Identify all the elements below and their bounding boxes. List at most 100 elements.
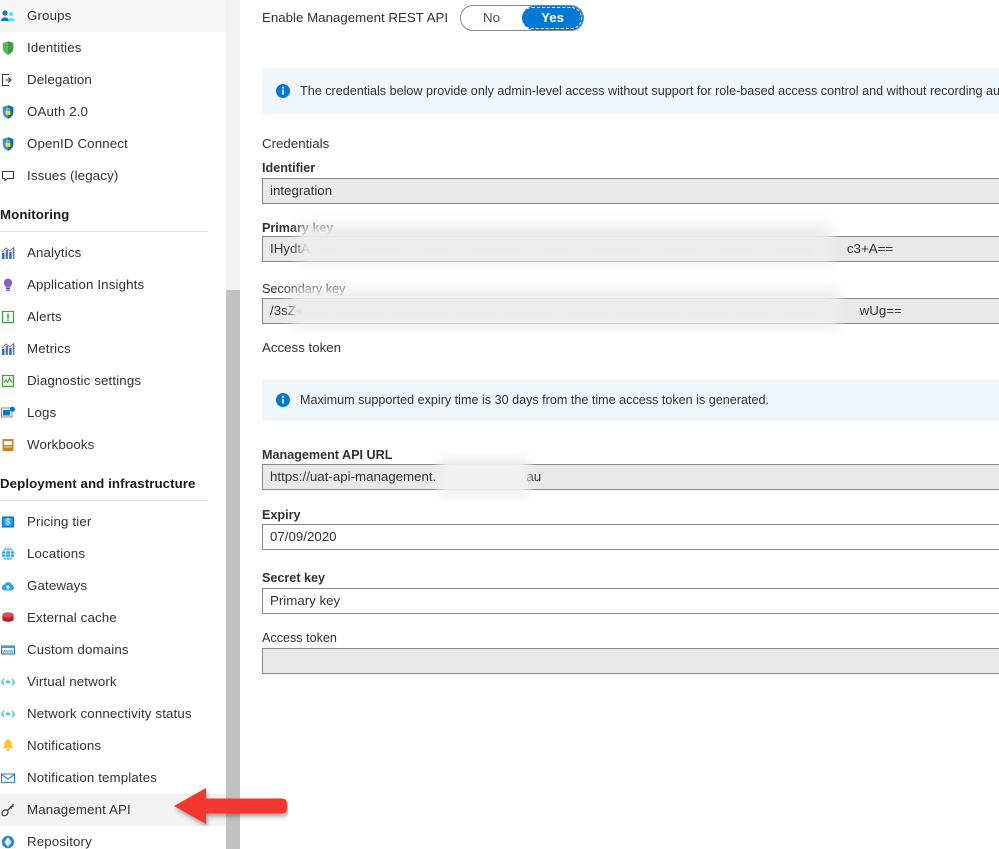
alert-bell-icon [0,309,16,325]
sidebar-item-workbooks[interactable]: Workbooks [0,429,226,461]
svg-text:$: $ [6,518,11,527]
groups-icon [0,8,16,24]
sidebar-item-metrics[interactable]: Metrics [0,333,226,365]
sidebar-item-label: Analytics [27,237,81,269]
sidebar-item-label: Groups [27,0,71,32]
management-api-url-label: Management API URL [262,447,392,463]
expiry-field[interactable]: 07/09/2020 [262,524,999,550]
sidebar-item-label: Application Insights [27,269,144,301]
info-icon [275,392,291,408]
secondary-key-field[interactable]: /3sZ+wUg== [262,298,999,324]
sidebar-item-label: Network connectivity status [27,698,192,730]
external-cache-icon [0,610,16,626]
sidebar-item-network-connectivity-status[interactable]: Network connectivity status [0,698,226,730]
sidebar-item-logs[interactable]: Logs [0,397,226,429]
sidebar-scrollbar-thumb[interactable] [226,290,240,849]
sidebar-item-label: Metrics [27,333,71,365]
toggle-option-yes[interactable]: Yes [522,6,583,30]
credentials-info-banner: The credentials below provide only admin… [262,68,999,114]
sidebar-item-label: Locations [27,538,85,570]
expiry-info-banner: Maximum supported expiry time is 30 days… [262,379,999,421]
primary-key-prefix: IHydtA [270,241,310,256]
section-divider [0,231,208,232]
sidebar-item-label: OAuth 2.0 [27,96,88,128]
sidebar-item-label: Management API [27,794,131,826]
secondary-key-label: Secondary key [262,281,345,297]
sidebar-item-repository[interactable]: Repository [0,826,226,849]
sidebar-nav: Groups Identities Delegation OAuth 2.0 [0,0,226,849]
secret-key-select[interactable]: Primary key [262,588,999,614]
sidebar-item-virtual-network[interactable]: Virtual network [0,666,226,698]
access-token-heading: Access token [262,339,341,357]
enable-management-rest-api-label: Enable Management REST API [262,8,448,28]
management-api-content: Enable Management REST API No Yes The cr… [241,0,999,849]
bar-chart-icon [0,245,16,261]
expiry-label: Expiry [262,507,301,523]
sidebar-item-application-insights[interactable]: Application Insights [0,269,226,301]
sidebar-item-gateways[interactable]: Gateways [0,570,226,602]
access-token-field[interactable] [262,648,999,674]
sidebar-item-locations[interactable]: Locations [0,538,226,570]
sidebar-item-label: External cache [27,602,117,634]
repository-icon [0,834,16,849]
custom-domain-icon: www [0,642,16,658]
credentials-heading: Credentials [262,135,329,153]
sidebar-item-label: Identities [27,32,82,64]
sidebar-item-analytics[interactable]: Analytics [0,237,226,269]
sidebar-item-issues-legacy[interactable]: Issues (legacy) [0,160,226,192]
primary-key-suffix: c3+A== [847,241,893,256]
sidebar-item-external-cache[interactable]: External cache [0,602,226,634]
sidebar-item-label: Workbooks [27,429,94,461]
sidebar-item-label: Issues (legacy) [27,160,118,192]
svg-text:www: www [3,649,14,655]
sidebar: Groups Identities Delegation OAuth 2.0 [0,0,226,849]
sidebar-item-management-api[interactable]: Management API [0,794,226,826]
sidebar-item-openid-connect[interactable]: OpenID Connect [0,128,226,160]
sidebar-item-delegation[interactable]: Delegation [0,64,226,96]
sidebar-item-notifications[interactable]: Notifications [0,730,226,762]
sidebar-item-label: Pricing tier [27,506,91,538]
lightbulb-icon [0,277,16,293]
sidebar-item-label: Virtual network [27,666,117,698]
sidebar-item-label: Repository [27,826,92,849]
management-api-url-prefix: https://uat-api-management. [270,469,436,484]
sidebar-item-alerts[interactable]: Alerts [0,301,226,333]
toggle-option-no[interactable]: No [461,6,522,30]
sidebar-item-label: Notifications [27,730,101,762]
secret-key-label: Secret key [262,570,325,586]
sidebar-item-label: OpenID Connect [27,128,128,160]
sidebar-item-groups[interactable]: Groups [0,0,226,32]
sidebar-item-pricing-tier[interactable]: $ Pricing tier [0,506,226,538]
sidebar-item-oauth[interactable]: OAuth 2.0 [0,96,226,128]
sidebar-item-label: Delegation [27,64,92,96]
sidebar-section-deployment: Deployment and infrastructure [0,461,226,506]
sidebar-item-identities[interactable]: Identities [0,32,226,64]
sidebar-item-label: Custom domains [27,634,129,666]
sidebar-section-title: Deployment and infrastructure [0,473,226,495]
sidebar-item-diagnostic-settings[interactable]: Diagnostic settings [0,365,226,397]
sidebar-item-label: Alerts [27,301,62,333]
management-api-url-field[interactable]: https://uat-api-management. au [262,464,999,490]
gateway-cloud-icon [0,578,16,594]
sidebar-item-label: Notification templates [27,762,157,794]
access-token-field-label: Access token [262,630,337,646]
workbooks-icon [0,437,16,453]
sidebar-item-label: Logs [27,397,56,429]
primary-key-field[interactable]: IHydtA c3+A== [262,236,999,262]
shield-green-icon [0,40,16,56]
sidebar-item-label: Diagnostic settings [27,365,141,397]
network-icon [0,706,16,722]
enable-management-rest-api-toggle[interactable]: No Yes [460,5,584,31]
secondary-key-prefix: /3sZ+ [270,303,304,318]
sidebar-item-custom-domains[interactable]: www Custom domains [0,634,226,666]
bar-chart-icon [0,341,16,357]
bell-icon [0,738,16,754]
management-api-url-suffix: au [526,469,541,484]
identifier-field[interactable]: integration [262,178,999,204]
credentials-info-text: The credentials below provide only admin… [300,83,999,99]
sidebar-item-notification-templates[interactable]: Notification templates [0,762,226,794]
network-icon [0,674,16,690]
globe-icon [0,546,16,562]
envelope-icon [0,770,16,786]
identifier-label: Identifier [262,160,315,176]
